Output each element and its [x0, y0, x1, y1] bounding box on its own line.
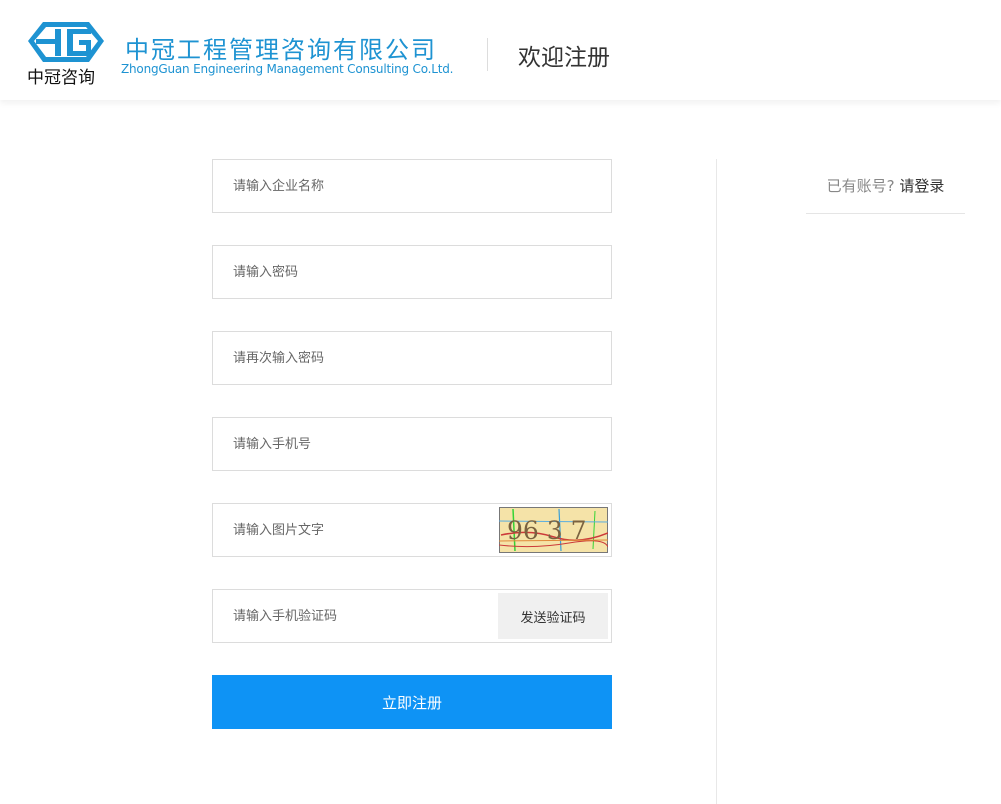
login-prompt: 已有账号? 请登录: [806, 159, 965, 214]
vertical-divider: [716, 159, 717, 804]
login-link[interactable]: 请登录: [899, 177, 944, 195]
register-submit-button[interactable]: 立即注册: [212, 675, 612, 729]
phone-field: [212, 417, 612, 471]
phone-input[interactable]: [233, 418, 503, 470]
company-logo-icon: [28, 22, 104, 62]
company-name-input[interactable]: [233, 160, 503, 212]
captcha-text: 96 3 7: [507, 516, 587, 545]
login-question: 已有账号?: [826, 177, 895, 195]
password-confirm-field: [212, 331, 612, 385]
company-name-cn: 中冠工程管理咨询有限公司: [125, 36, 437, 64]
page-title: 欢迎注册: [518, 45, 610, 71]
logo-text: 中冠咨询: [27, 68, 95, 88]
password-field: [212, 245, 612, 299]
password-input[interactable]: [233, 246, 503, 298]
company-name-field: [212, 159, 612, 213]
company-name-en: ZhongGuan Engineering Management Consult…: [121, 62, 454, 76]
captcha-input[interactable]: [233, 504, 503, 556]
sms-code-input[interactable]: [233, 590, 503, 642]
captcha-image[interactable]: 96 3 7: [499, 507, 608, 553]
password-confirm-input[interactable]: [233, 332, 503, 384]
header: 中冠咨询 中冠工程管理咨询有限公司 ZhongGuan Engineering …: [0, 0, 1001, 100]
sms-code-field: 发送验证码: [212, 589, 612, 643]
send-sms-code-button[interactable]: 发送验证码: [498, 593, 608, 639]
header-divider: [487, 38, 488, 71]
captcha-field: 96 3 7: [212, 503, 612, 557]
